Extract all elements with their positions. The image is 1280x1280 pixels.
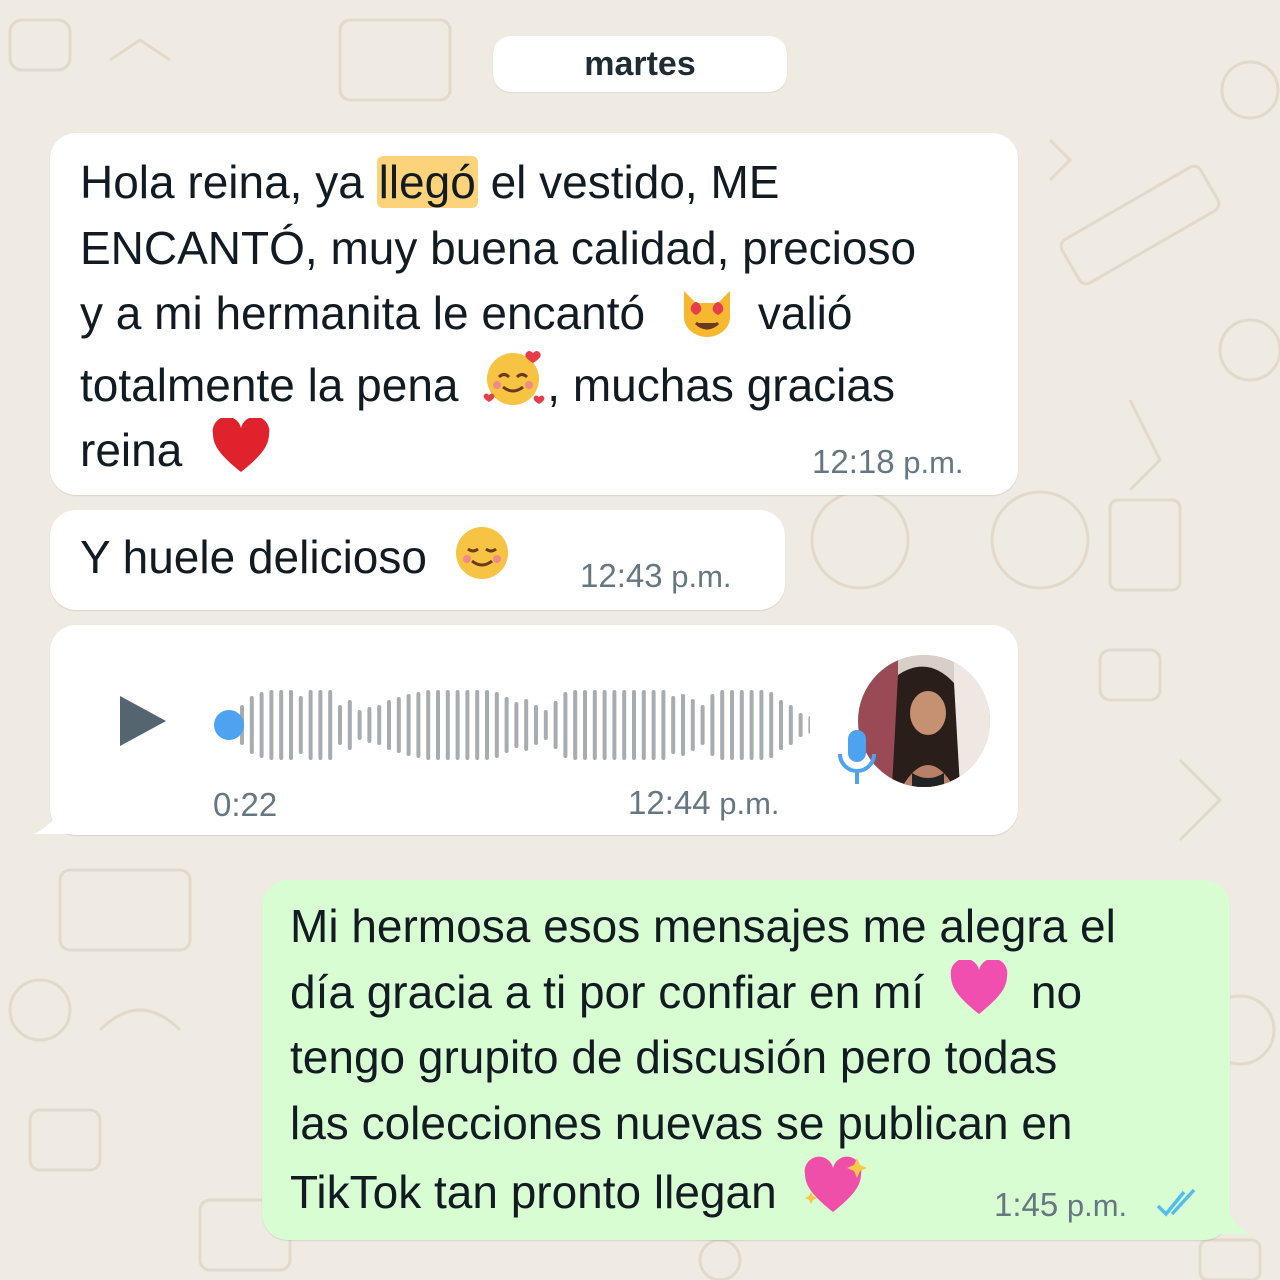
avatar-photo [858, 655, 990, 787]
sparkling-heart-emoji [805, 1156, 868, 1212]
waveform-bar [514, 702, 519, 748]
waveform-bar [759, 690, 764, 760]
waveform-bar [328, 690, 333, 760]
waveform-bar [338, 705, 342, 745]
waveform-bar [426, 690, 431, 760]
waveform-bar [543, 710, 548, 740]
waveform-bar [494, 692, 499, 758]
waveform-bar [632, 690, 636, 760]
message-line: día gracia a ti por confiar en mí no [290, 959, 1116, 1026]
message-text: Y huele delicioso [80, 525, 510, 591]
waveform-bar [367, 707, 372, 743]
playback-position-dot[interactable] [214, 710, 244, 740]
message-line: las colecciones nuevas se publican en [290, 1096, 1073, 1149]
voice-waveform[interactable] [210, 680, 810, 770]
message-line: totalmente la pena , muchas gracias [80, 347, 916, 419]
waveform-bar [769, 692, 774, 758]
avatar[interactable] [858, 655, 990, 787]
message-time: 12:18 p.m. [812, 443, 964, 480]
waveform-bar [534, 705, 538, 745]
waveform-bar [749, 690, 754, 760]
waveform-bar [592, 690, 597, 760]
waveform-bar [289, 690, 293, 760]
waveform-bar [661, 690, 666, 760]
waveform-bar [612, 690, 617, 760]
waveform-bar [318, 690, 323, 760]
waveform-bar [249, 696, 254, 754]
search-highlight: llegó [376, 156, 478, 208]
waveform-bar [436, 690, 440, 760]
waveform-bar [504, 697, 509, 753]
waveform-bar [730, 690, 734, 760]
waveform-bar [808, 716, 810, 734]
waveform-bar [445, 690, 450, 760]
waveform-bar [465, 690, 470, 760]
waveform-bar [798, 713, 803, 737]
waveform-bar [377, 705, 382, 745]
waveform-bar [387, 700, 391, 750]
pink-heart-emoji [950, 959, 1008, 1014]
waveform-bar [739, 690, 744, 760]
message-time: 12:44 p.m. [628, 784, 780, 821]
waveform-bar [524, 699, 529, 751]
message-line: ENCANTÓ, muy buena calidad, precioso [80, 221, 917, 274]
message-line: Hola reina, ya llegó el vestido, ME [80, 156, 780, 208]
message-time: 1:45 p.m. [994, 1186, 1128, 1223]
waveform-bar [475, 690, 480, 760]
waveform-bar [347, 700, 352, 750]
red-heart-emoji [212, 418, 270, 472]
date-divider: martes [493, 36, 787, 92]
waveform-bar [455, 690, 460, 760]
waveform-bar [563, 692, 568, 758]
waveform-bar [573, 690, 578, 760]
waveform-bar [622, 690, 627, 760]
waveform-bar [298, 696, 303, 754]
waveform-bar [779, 700, 783, 750]
waveform-bar [553, 701, 558, 749]
waveform-bar [396, 697, 401, 753]
waveform-bar [700, 705, 705, 745]
waveform-bar [583, 690, 587, 760]
play-icon[interactable] [120, 696, 166, 746]
waveform-bar [720, 690, 725, 760]
bubble-tail [1216, 1208, 1250, 1234]
message-line: reina [80, 418, 916, 484]
smiling-face-emoji [455, 527, 508, 579]
bubble-tail [34, 808, 72, 834]
waveform-bar [671, 696, 676, 754]
waveform-bar [406, 694, 411, 756]
message-time: 12:43 p.m. [580, 557, 732, 594]
microphone-icon [838, 730, 876, 784]
waveform-bar [279, 690, 284, 760]
waveform-bar [681, 694, 685, 756]
waveform-bar [485, 690, 489, 760]
message-line: TikTok tan pronto llegan [290, 1156, 1116, 1226]
message-line: y a mi hermanita le encantó valió [80, 287, 853, 339]
message-text: Mi hermosa esos mensajes me alegra el dí… [290, 894, 1116, 1226]
waveform-bar [690, 699, 695, 751]
waveform-bar [308, 690, 313, 760]
waveform-bar [651, 690, 656, 760]
double-check-icon [1156, 1188, 1196, 1217]
waveform-bar [269, 690, 274, 760]
waveform-bar [602, 690, 607, 760]
waveform-bar [710, 694, 715, 756]
waveform-bar [259, 692, 264, 758]
message-line: tengo grupito de discusión pero todas [290, 1031, 1058, 1083]
message-line: Mi hermosa esos mensajes me alegra el [290, 900, 1116, 952]
waveform-bar [357, 710, 362, 740]
waveform-bar [788, 705, 793, 745]
message-text: Hola reina, ya llegó el vestido, ME ENCA… [80, 150, 916, 484]
waveform-bar [416, 692, 421, 758]
smiling-face-with-hearts-emoji [483, 350, 545, 405]
heart-eyes-cat-emoji [683, 291, 730, 337]
waveform-bar [641, 690, 646, 760]
voice-duration: 0:22 [213, 786, 278, 823]
